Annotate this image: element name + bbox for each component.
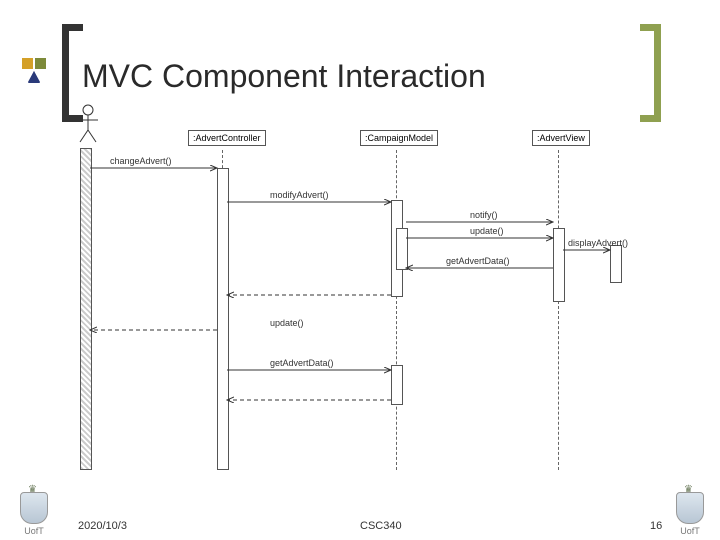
msg-update2: update()	[270, 318, 304, 328]
msg-changeAdvert: changeAdvert()	[110, 156, 172, 166]
sequence-diagram: :AdvertController :CampaignModel :Advert…	[70, 110, 690, 480]
footer-course: CSC340	[360, 520, 402, 532]
msg-notify: notify()	[470, 210, 498, 220]
logo-label: UofT	[20, 526, 48, 536]
slide-title: MVC Component Interaction	[82, 58, 486, 95]
footer-date: 2020/10/3	[78, 520, 127, 532]
logo-uoft-left: ♛ UofT	[20, 492, 48, 536]
logo-uoft-right: ♛ UofT	[676, 492, 704, 536]
msg-getAdvertData: getAdvertData()	[446, 256, 510, 266]
shield-icon	[20, 492, 48, 524]
msg-getAdvertData2: getAdvertData()	[270, 358, 334, 368]
msg-update: update()	[470, 226, 504, 236]
shield-icon	[676, 492, 704, 524]
msg-displayAdvert: displayAdvert()	[568, 238, 628, 248]
title-bracket-right-icon	[640, 24, 661, 122]
corner-bullet-icon	[22, 58, 48, 89]
msg-modifyAdvert: modifyAdvert()	[270, 190, 329, 200]
footer-page: 16	[650, 520, 662, 532]
logo-label: UofT	[676, 526, 704, 536]
